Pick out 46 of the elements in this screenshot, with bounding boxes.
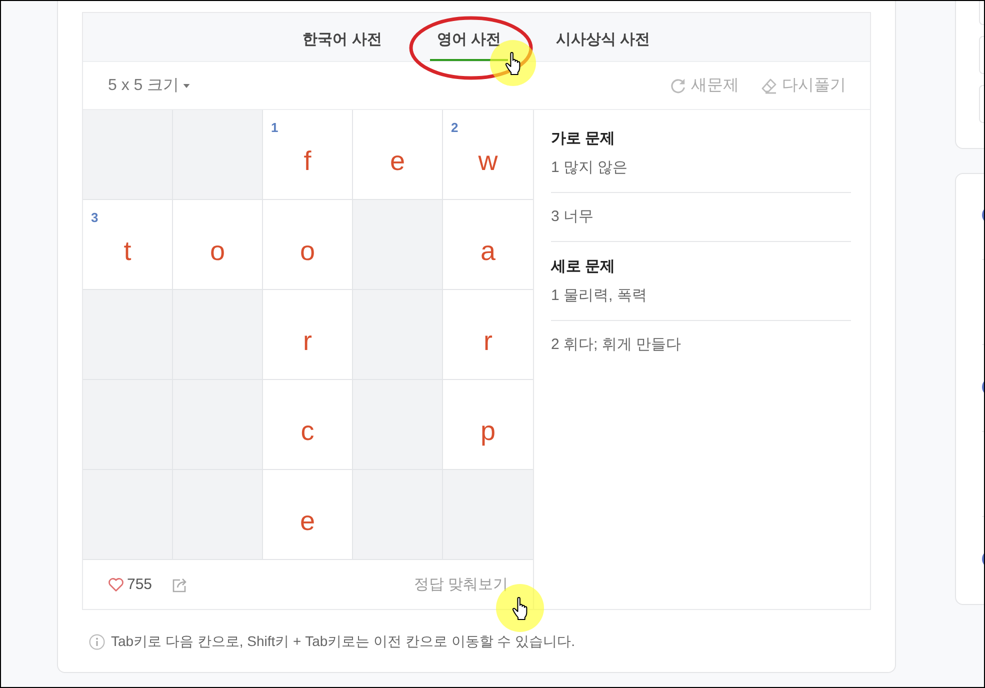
hint-text: Tab키로 다음 칸으로, Shift키 + Tab키로는 이전 칸으로 이동할 수 있습니다.	[111, 633, 576, 651]
clue-number: 2	[451, 120, 458, 135]
cell-letter: o	[210, 236, 226, 266]
crossword-cell[interactable]: o	[263, 200, 353, 290]
cell-letter: c	[300, 416, 314, 446]
hand-cursor-icon	[512, 597, 528, 620]
clue-heading: 세로 문제	[551, 257, 616, 277]
caret-icon	[183, 84, 190, 88]
cell-letter: a	[480, 236, 496, 266]
clue-heading: 가로 문제	[551, 129, 616, 149]
new-puzzle-button[interactable]: 새문제	[670, 75, 739, 96]
refresh-icon	[670, 78, 686, 94]
clue-number: 1	[271, 120, 278, 135]
cell-letter: e	[390, 146, 406, 176]
cell-letter: r	[303, 326, 312, 356]
clue-item[interactable]: 1 물리력, 폭력	[551, 278, 851, 321]
info-icon	[89, 634, 105, 650]
like-button[interactable]: 755	[108, 576, 152, 593]
cell-letter: p	[480, 416, 496, 446]
cell-letter: e	[300, 506, 316, 536]
cell-letter: t	[124, 236, 132, 266]
crossword-cell[interactable]: 3 t	[83, 200, 173, 290]
size-dropdown[interactable]: 5 x 5 크기	[108, 75, 190, 96]
crossword-cell[interactable]: r	[263, 290, 353, 380]
cell-letter: f	[304, 146, 312, 176]
heart-icon	[108, 577, 124, 592]
share-icon	[172, 576, 188, 592]
crossword-cell[interactable]: e	[263, 470, 353, 560]
dictionary-tab[interactable]: 한국어 사전	[296, 13, 389, 61]
retry-button[interactable]: 다시풀기	[761, 75, 846, 96]
dictionary-tab[interactable]: 시사상식 사전	[549, 13, 658, 61]
cell-letter: w	[478, 146, 498, 176]
clue-item[interactable]: 1 많지 않은	[551, 150, 851, 193]
dictionary-tab[interactable]: 영어 사전	[430, 13, 508, 61]
clue-item[interactable]: 2 휘다; 휘게 만들다	[551, 321, 851, 369]
cell-letter: r	[484, 326, 492, 356]
eraser-icon	[761, 78, 777, 94]
crossword-cell[interactable]: c	[263, 380, 353, 470]
share-button[interactable]	[172, 576, 188, 592]
clue-item[interactable]: 3 너무	[551, 193, 851, 242]
cell-letter: o	[300, 236, 316, 266]
crossword-cell[interactable]: o	[173, 200, 263, 290]
check-answer-button[interactable]: 정답 맞춰보기	[414, 575, 508, 594]
crossword-cell[interactable]: e	[353, 110, 443, 200]
clue-number: 3	[91, 210, 98, 225]
crossword-cell[interactable]: 1 f	[263, 110, 353, 200]
